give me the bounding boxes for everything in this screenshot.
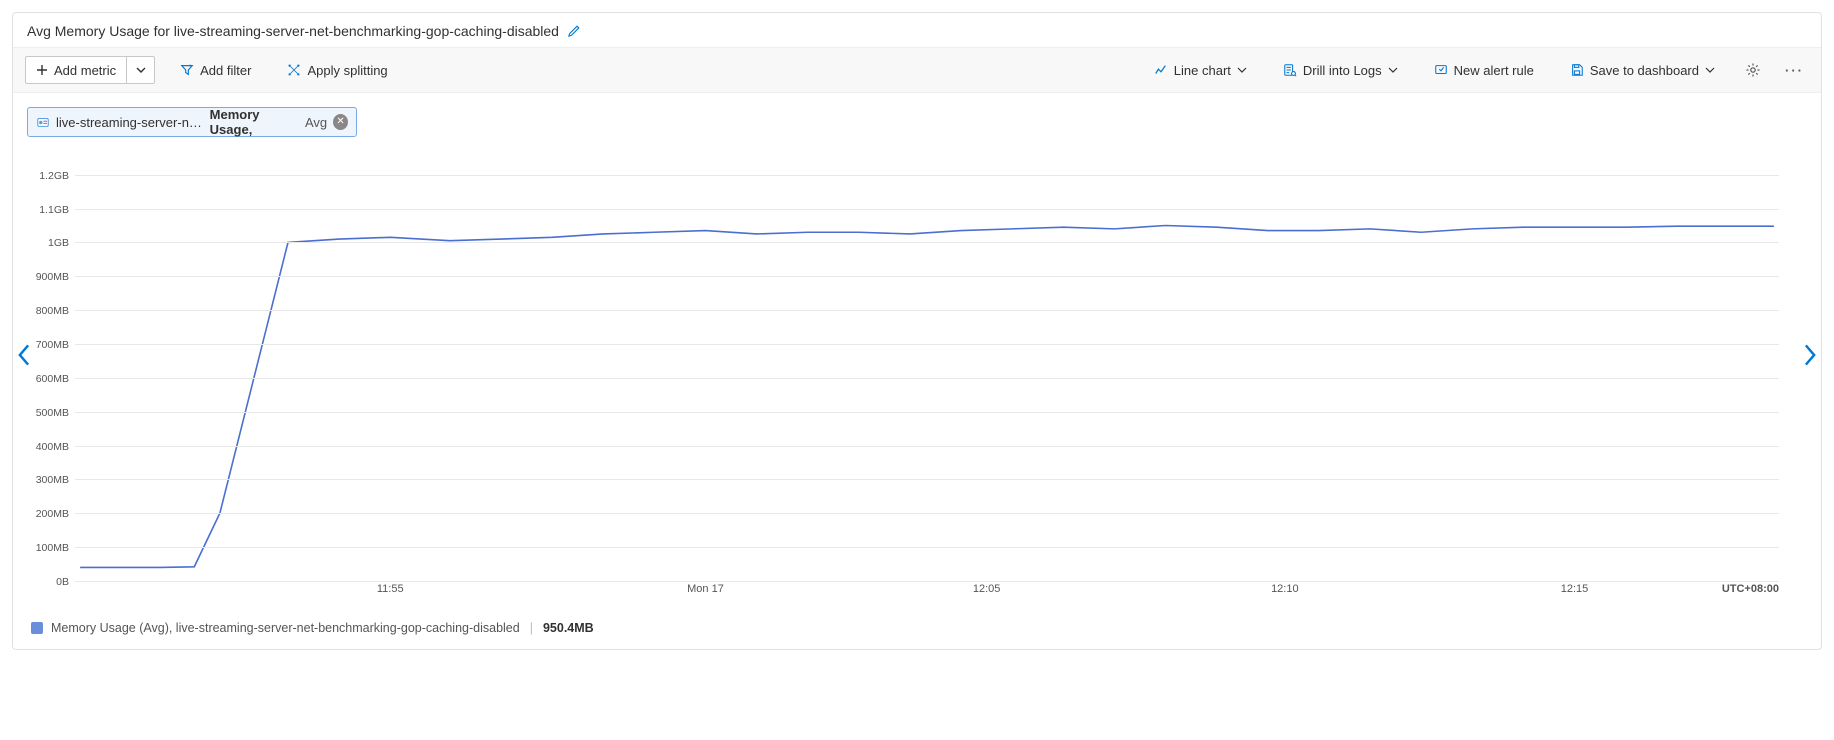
x-tick-label: 12:10	[1271, 583, 1299, 595]
settings-button[interactable]	[1740, 56, 1766, 84]
y-tick-label: 0B	[56, 576, 69, 588]
new-alert-label: New alert rule	[1454, 63, 1534, 78]
y-tick-label: 900MB	[36, 271, 69, 283]
y-tick-label: 1.1GB	[39, 204, 69, 216]
x-axis-timezone: UTC+08:00	[1722, 583, 1779, 595]
chip-metric: Memory Usage,	[210, 107, 299, 137]
gridline: 300MB	[75, 479, 1779, 480]
x-tick-label: 12:05	[973, 583, 1001, 595]
time-next-button[interactable]	[1803, 344, 1817, 372]
gridline: 900MB	[75, 276, 1779, 277]
add-filter-button[interactable]: Add filter	[169, 56, 262, 84]
alert-icon	[1434, 63, 1448, 77]
gridline: 700MB	[75, 344, 1779, 345]
y-tick-label: 500MB	[36, 407, 69, 419]
x-tick-label: Mon 17	[687, 583, 724, 595]
x-axis: UTC+08:00 11:55 Mon 17 12:05 12:10 12:15	[75, 581, 1779, 601]
legend-series-name: Memory Usage (Avg), live-streaming-serve…	[51, 621, 520, 635]
line-chart-icon	[1154, 63, 1168, 77]
chip-remove-icon[interactable]: ✕	[333, 114, 348, 130]
legend: Memory Usage (Avg), live-streaming-serve…	[13, 611, 1821, 649]
ellipsis-icon: ···	[1785, 63, 1804, 78]
time-prev-button[interactable]	[17, 344, 31, 372]
chart-type-label: Line chart	[1174, 63, 1231, 78]
legend-value: 950.4MB	[543, 621, 594, 635]
gridline: 200MB	[75, 513, 1779, 514]
apply-splitting-label: Apply splitting	[307, 63, 387, 78]
chevron-down-icon	[1388, 65, 1398, 75]
x-tick-label: 11:55	[377, 583, 404, 595]
chevron-down-icon	[136, 65, 146, 75]
chip-resource: live-streaming-server-net-...	[56, 115, 204, 130]
add-metric-split-button: Add metric	[25, 56, 155, 84]
gridline: 1.1GB	[75, 209, 1779, 210]
gear-icon	[1745, 62, 1761, 78]
toolbar: Add metric Add filter	[13, 47, 1821, 93]
y-tick-label: 400MB	[36, 441, 69, 453]
save-dashboard-button[interactable]: Save to dashboard	[1559, 56, 1726, 84]
gridline: 1.2GB	[75, 175, 1779, 176]
save-icon	[1570, 63, 1584, 77]
y-tick-label: 800MB	[36, 305, 69, 317]
gridline: 800MB	[75, 310, 1779, 311]
chart-type-button[interactable]: Line chart	[1143, 56, 1258, 84]
chip-aggregation: Avg	[305, 115, 327, 130]
add-metric-label: Add metric	[54, 63, 116, 78]
add-metric-button[interactable]: Add metric	[25, 56, 127, 84]
more-button[interactable]: ···	[1780, 56, 1809, 84]
resource-icon	[36, 115, 50, 129]
gridline: 100MB	[75, 547, 1779, 548]
y-tick-label: 1GB	[48, 237, 69, 249]
gridline: 400MB	[75, 446, 1779, 447]
save-dashboard-label: Save to dashboard	[1590, 63, 1699, 78]
drill-logs-label: Drill into Logs	[1303, 63, 1382, 78]
y-tick-label: 200MB	[36, 508, 69, 520]
legend-swatch	[31, 622, 43, 634]
new-alert-button[interactable]: New alert rule	[1423, 56, 1545, 84]
y-tick-label: 1.2GB	[39, 170, 69, 182]
add-metric-caret[interactable]	[127, 56, 155, 84]
plus-icon	[36, 64, 48, 76]
filter-icon	[180, 63, 194, 77]
gridline: 600MB	[75, 378, 1779, 379]
y-tick-label: 300MB	[36, 474, 69, 486]
split-icon	[287, 63, 301, 77]
gridline: 500MB	[75, 412, 1779, 413]
chart-svg	[75, 151, 1779, 581]
add-filter-label: Add filter	[200, 63, 251, 78]
edit-title-icon[interactable]	[567, 24, 581, 38]
drill-logs-button[interactable]: Drill into Logs	[1272, 56, 1409, 84]
y-tick-label: 700MB	[36, 339, 69, 351]
chart-area: 0B 100MB 200MB 300MB 400MB 500MB 600MB 700MB 800…	[13, 143, 1821, 611]
gridline: 1GB	[75, 242, 1779, 243]
x-tick-label: 12:15	[1561, 583, 1589, 595]
apply-splitting-button[interactable]: Apply splitting	[276, 56, 398, 84]
metric-chip[interactable]: live-streaming-server-net-... Memory Usa…	[27, 107, 357, 137]
logs-icon	[1283, 63, 1297, 77]
chevron-down-icon	[1237, 65, 1247, 75]
legend-separator: |	[530, 621, 533, 635]
plot-region: 0B100MB200MB300MB400MB500MB600MB700MB800…	[75, 151, 1779, 581]
y-tick-label: 100MB	[36, 542, 69, 554]
chevron-down-icon	[1705, 65, 1715, 75]
y-tick-label: 600MB	[36, 373, 69, 385]
metrics-panel: Avg Memory Usage for live-streaming-serv…	[12, 12, 1822, 650]
panel-header: Avg Memory Usage for live-streaming-serv…	[13, 13, 1821, 47]
panel-title: Avg Memory Usage for live-streaming-serv…	[27, 23, 559, 39]
